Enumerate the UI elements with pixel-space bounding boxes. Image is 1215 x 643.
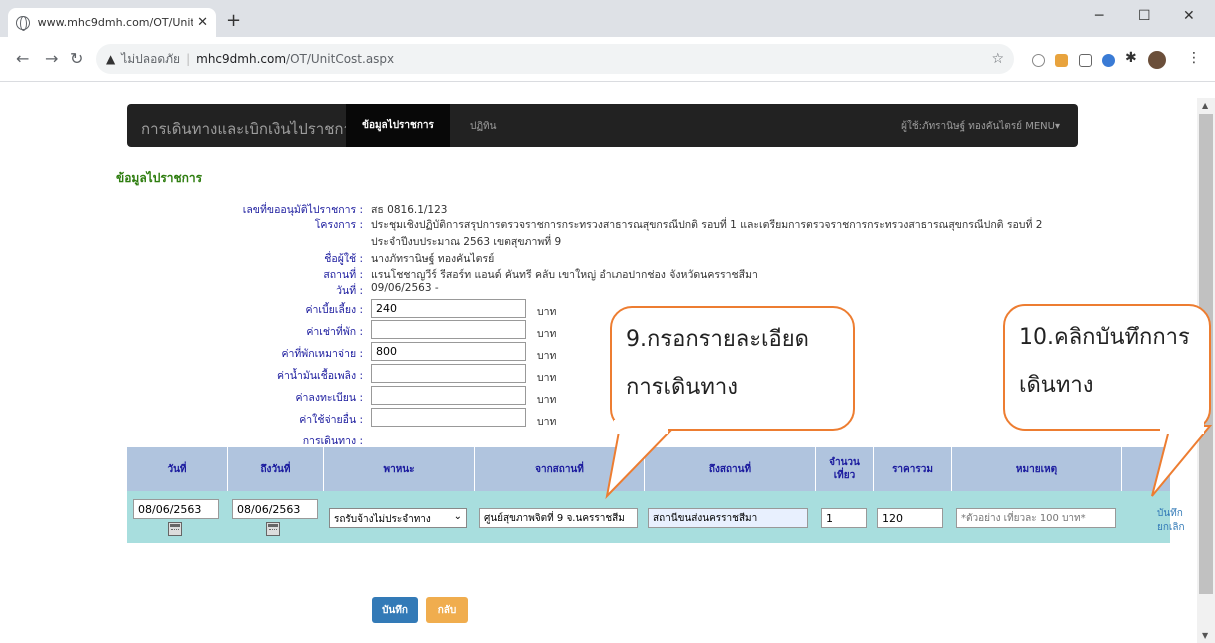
extension-icon[interactable]: [1055, 54, 1068, 67]
date-value: 09/06/2563 -: [371, 282, 439, 294]
callout-9-line2: การเดินทาง: [626, 375, 738, 400]
callout-pointer-cover: [1160, 420, 1204, 434]
to-date-input[interactable]: [232, 499, 318, 519]
globe-icon: [16, 15, 30, 31]
back-arrow-icon[interactable]: ←: [16, 49, 29, 68]
calendar-icon[interactable]: [168, 522, 182, 536]
other-cost-input[interactable]: [371, 408, 526, 427]
app-brand[interactable]: การเดินทางและเบิกเงินไปราชการ: [141, 117, 360, 141]
minimize-icon[interactable]: ─: [1095, 8, 1103, 24]
user-menu[interactable]: ผู้ใช้:ภัทรานิษฐ์ ทองคันไตรย์ MENU▾: [901, 119, 1060, 134]
project-value-line1: ประชุมเชิงปฏิบัติการสรุปการตรวจราชการกระ…: [371, 219, 1043, 231]
callout-10-line1: 10.คลิกบันทึกการ: [1019, 325, 1190, 350]
save-button[interactable]: บันทึก: [372, 597, 418, 623]
fuel-input[interactable]: [371, 364, 526, 383]
unit-label: บาท: [537, 328, 557, 340]
fuel-label: ค่าน้ำมันเชื้อเพลิง :: [276, 370, 363, 382]
avatar[interactable]: [1148, 51, 1166, 69]
new-tab-icon[interactable]: +: [226, 10, 241, 31]
col-to-date: ถึงวันที่: [228, 447, 324, 491]
date-label: วันที่ :: [336, 285, 363, 297]
security-label: ไม่ปลอดภัย: [121, 51, 181, 66]
room-input[interactable]: [371, 320, 526, 339]
col-note: หมายเหตุ: [952, 447, 1122, 491]
registration-label: ค่าลงทะเบียน :: [295, 392, 363, 404]
section-title: ข้อมูลไปราชการ: [116, 171, 203, 185]
other-cost-label: ค่าใช้จ่ายอื่น :: [299, 414, 363, 426]
warning-icon: ▲: [106, 52, 116, 66]
callout-pointer-cover: [614, 420, 668, 434]
calendar-icon[interactable]: [266, 522, 280, 536]
project-label: โครงการ :: [314, 219, 363, 231]
total-input[interactable]: [877, 508, 943, 528]
extension-icon[interactable]: [1032, 54, 1045, 67]
user-label: ชื่อผู้ใช้ :: [324, 253, 363, 265]
note-input[interactable]: [956, 508, 1116, 528]
allowance-input[interactable]: [371, 299, 526, 318]
puzzle-icon[interactable]: ✱: [1125, 50, 1138, 66]
room-label: ค่าเช่าที่พัก :: [306, 326, 363, 338]
vehicle-select[interactable]: รถรับจ้างไม่ประจำทาง ⌄: [329, 508, 467, 528]
back-button[interactable]: กลับ: [426, 597, 468, 623]
chevron-down-icon: ⌄: [453, 511, 462, 522]
unit-label: บาท: [537, 306, 557, 318]
app-navbar: การเดินทางและเบิกเงินไปราชการ ข้อมูลไปรา…: [127, 104, 1078, 147]
unit-label: บาท: [537, 416, 557, 428]
from-date-input[interactable]: [133, 499, 219, 519]
callout-10-line2: เดินทาง: [1019, 373, 1094, 398]
row-save-link[interactable]: บันทึก: [1157, 506, 1183, 521]
scroll-up-icon[interactable]: ▲: [1202, 101, 1208, 110]
from-place-input[interactable]: [479, 508, 638, 528]
nav-item-calendar[interactable]: ปฏิทิน: [470, 119, 497, 134]
col-date: วันที่: [127, 447, 228, 491]
url-field[interactable]: ▲ ไม่ปลอดภัย | mhc9dmh.com /OT/UnitCost.…: [96, 44, 1014, 74]
trips-input[interactable]: [821, 508, 867, 528]
scroll-down-icon[interactable]: ▼: [1202, 631, 1208, 640]
more-menu-icon[interactable]: ⋮: [1187, 50, 1201, 66]
callout-step-9: 9.กรอกรายละเอียด การเดินทาง: [610, 306, 855, 431]
extension-icon[interactable]: [1102, 54, 1115, 67]
url-host: mhc9dmh.com: [196, 52, 287, 66]
forward-arrow-icon[interactable]: →: [45, 49, 58, 68]
col-total: ราคารวม: [874, 447, 952, 491]
unit-label: บาท: [537, 372, 557, 384]
col-vehicle: พาหนะ: [324, 447, 475, 491]
unit-label: บาท: [537, 394, 557, 406]
callout-9-line1: 9.กรอกรายละเอียด: [626, 327, 809, 352]
row-cancel-link[interactable]: ยกเลิก: [1157, 520, 1185, 535]
project-value-line2: ประจำปีงบประมาณ 2563 เขตสุขภาพที่ 9: [371, 236, 562, 248]
close-tab-icon[interactable]: ✕: [197, 15, 208, 30]
maximize-icon[interactable]: ☐: [1138, 8, 1151, 24]
url-path: /OT/UnitCost.aspx: [286, 52, 395, 66]
browser-tab[interactable]: www.mhc9dmh.com/OT/UnitCos ✕: [8, 8, 216, 37]
address-bar-row: ← → ↻ ▲ ไม่ปลอดภัย | mhc9dmh.com /OT/Uni…: [0, 37, 1215, 82]
room-lump-label: ค่าที่พักเหมาจ่าย :: [281, 348, 363, 360]
bookmark-star-icon[interactable]: ☆: [991, 51, 1004, 67]
reload-icon[interactable]: ↻: [70, 49, 83, 68]
registration-input[interactable]: [371, 386, 526, 405]
vehicle-selected: รถรับจ้างไม่ประจำทาง: [334, 514, 431, 525]
browser-tab-bar: www.mhc9dmh.com/OT/UnitCos ✕ + ─ ☐ ✕: [0, 0, 1215, 37]
tab-title: www.mhc9dmh.com/OT/UnitCos: [37, 16, 194, 29]
window-close-icon[interactable]: ✕: [1183, 8, 1195, 24]
user-value: นางภัทรานิษฐ์ ทองคันไตรย์: [371, 253, 495, 265]
extension-icon[interactable]: [1079, 54, 1092, 67]
room-lump-input[interactable]: [371, 342, 526, 361]
allowance-label: ค่าเบี้ยเลี้ยง :: [305, 304, 363, 316]
place-label: สถานที่ :: [323, 269, 363, 281]
to-place-input[interactable]: [648, 508, 808, 528]
place-value: แรนโชชาญวีร์ รีสอร์ท แอนด์ คันทรี คลับ เ…: [371, 269, 758, 281]
col-trips: จำนวน เที่ยว: [816, 447, 874, 491]
nav-item-trip-info[interactable]: ข้อมูลไปราชการ: [346, 104, 450, 147]
callout-step-10: 10.คลิกบันทึกการ เดินทาง: [1003, 304, 1211, 431]
unit-label: บาท: [537, 350, 557, 362]
